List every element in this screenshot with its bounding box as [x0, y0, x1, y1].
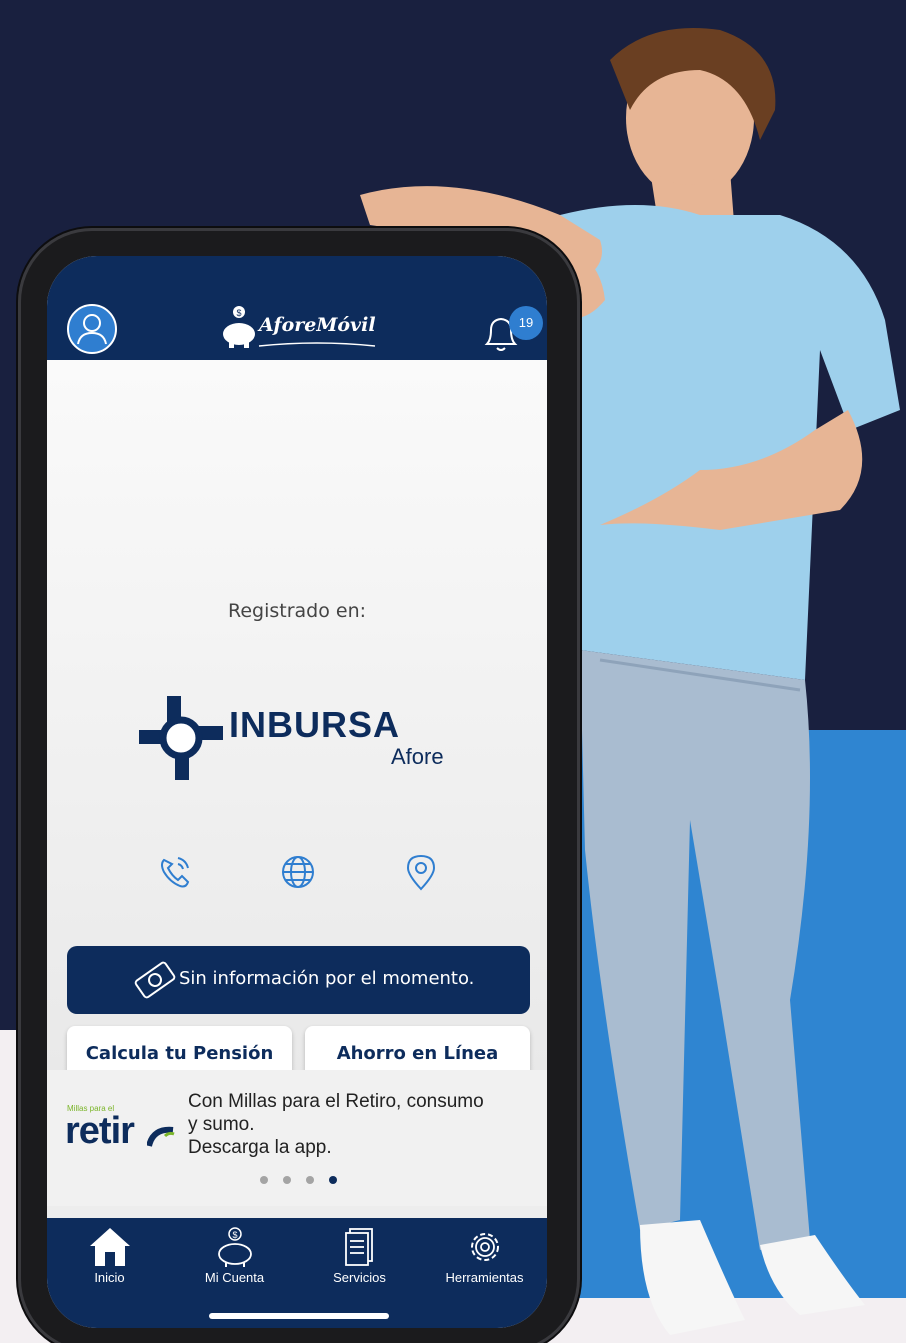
home-indicator[interactable] [209, 1313, 389, 1319]
contact-row [47, 850, 547, 894]
profile-avatar-button[interactable] [67, 304, 117, 354]
promo-text-line1: Con Millas para el Retiro, consumo [188, 1091, 484, 1112]
piggy-bank-icon: $ [218, 1227, 252, 1267]
retiro-logo-word: retir [65, 1110, 135, 1152]
svg-text:$: $ [236, 308, 241, 318]
nav-label-herramientas: Herramientas [445, 1270, 524, 1285]
carousel-dot-4[interactable] [329, 1176, 337, 1184]
user-icon [77, 314, 107, 345]
nav-label-mi-cuenta: Mi Cuenta [204, 1270, 265, 1285]
documents-icon [345, 1228, 373, 1266]
money-bill-icon [134, 961, 176, 999]
carousel-dot-2[interactable] [283, 1176, 291, 1184]
promo-carousel[interactable]: Millas para el retir Con Millas para el … [47, 1070, 547, 1206]
location-pin-icon[interactable] [399, 850, 443, 894]
nav-item-herramientas[interactable]: Herramientas [422, 1218, 547, 1288]
nav-item-servicios[interactable]: Servicios [297, 1218, 422, 1288]
app-logo: $ AforeMóvil [219, 304, 379, 350]
registered-label: Registrado en: [227, 600, 367, 622]
globe-icon[interactable] [276, 850, 320, 894]
info-banner-text: Sin información por el momento. [179, 968, 475, 989]
logo-underline [258, 342, 376, 347]
nav-item-inicio[interactable]: Inicio [47, 1218, 172, 1288]
nav-label-inicio: Inicio [94, 1270, 125, 1285]
carousel-dot-3[interactable] [306, 1176, 314, 1184]
afore-name: INBURSA [229, 704, 401, 745]
info-banner: Sin información por el momento. [67, 946, 530, 1014]
home-icon [90, 1228, 130, 1266]
retiro-swoosh-icon [147, 1126, 175, 1147]
phone-icon[interactable] [152, 850, 196, 894]
carousel-dots [258, 1176, 338, 1186]
gear-icon [471, 1233, 499, 1261]
inbursa-logo: INBURSA Afore [139, 696, 459, 786]
nav-item-mi-cuenta[interactable]: $ Mi Cuenta [172, 1218, 297, 1288]
svg-text:$: $ [232, 1230, 237, 1240]
promo-text-line2: y sumo. [188, 1114, 255, 1135]
phone-screen: $ AforeMóvil 19 Registrado en: INBURSA A… [47, 256, 547, 1328]
notification-badge: 19 [509, 306, 543, 340]
retiro-logo: Millas para el retir [63, 1104, 183, 1156]
promo-text: Con Millas para el Retiro, consumo y sum… [188, 1090, 528, 1159]
inbursa-emblem-icon [139, 696, 223, 780]
nav-label-servicios: Servicios [333, 1270, 386, 1285]
notifications-button[interactable]: 19 [477, 306, 543, 356]
piggy-bank-logo-icon: $ [223, 306, 255, 348]
app-logo-text: AforeMóvil [259, 314, 376, 336]
screen-body: Registrado en: INBURSA Afore Sin informa… [47, 360, 547, 1080]
promo-text-line3: Descarga la app. [188, 1137, 332, 1158]
bottom-nav: Inicio $ Mi Cuenta Servicios Herramienta… [47, 1218, 547, 1328]
carousel-dot-1[interactable] [260, 1176, 268, 1184]
afore-subtitle: Afore [391, 744, 444, 769]
app-header: $ AforeMóvil 19 [47, 256, 547, 360]
